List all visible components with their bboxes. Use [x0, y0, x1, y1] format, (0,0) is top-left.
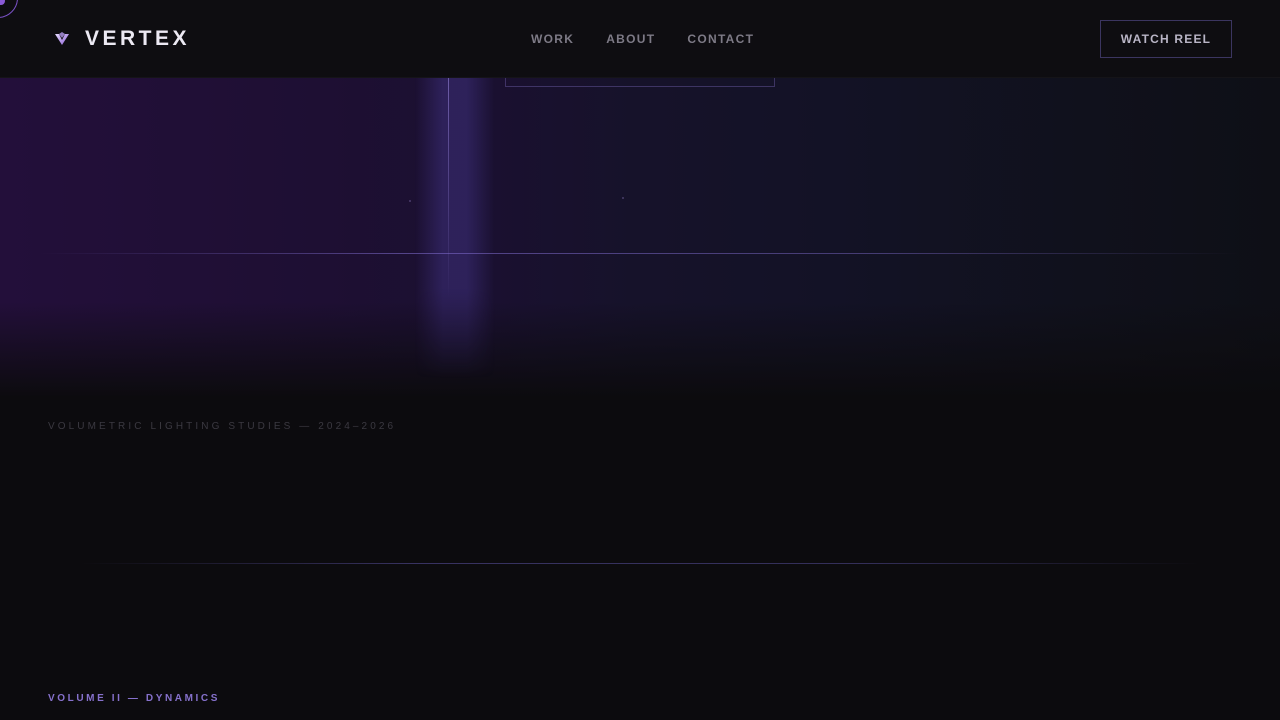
main-nav: WORK ABOUT CONTACT [531, 0, 754, 78]
nav-link-work[interactable]: WORK [531, 32, 574, 46]
site-header: VERTEX WORK ABOUT CONTACT WATCH REEL [0, 0, 1280, 78]
volume-label: VOLUME II — DYNAMICS [48, 693, 221, 704]
nav-link-about[interactable]: ABOUT [606, 32, 655, 46]
brand-logo-link[interactable]: VERTEX [53, 27, 190, 51]
light-particle [622, 197, 624, 199]
hero-caption: VOLUMETRIC LIGHTING STUDIES — 2024–2026 [48, 421, 397, 432]
brand-name: VERTEX [85, 26, 191, 50]
hero-light-background [0, 78, 1280, 398]
section-divider-line [80, 563, 1200, 564]
volumetric-light-beam [415, 78, 495, 378]
watch-reel-button[interactable]: WATCH REEL [1100, 20, 1232, 58]
horizon-divider-line [40, 253, 1240, 254]
light-particle [409, 200, 411, 202]
nav-link-contact[interactable]: CONTACT [687, 32, 754, 46]
light-beam-edge-line [448, 78, 449, 298]
vertex-logo-icon [55, 31, 69, 45]
page: VERTEX WORK ABOUT CONTACT WATCH REEL VOL… [0, 0, 1280, 720]
